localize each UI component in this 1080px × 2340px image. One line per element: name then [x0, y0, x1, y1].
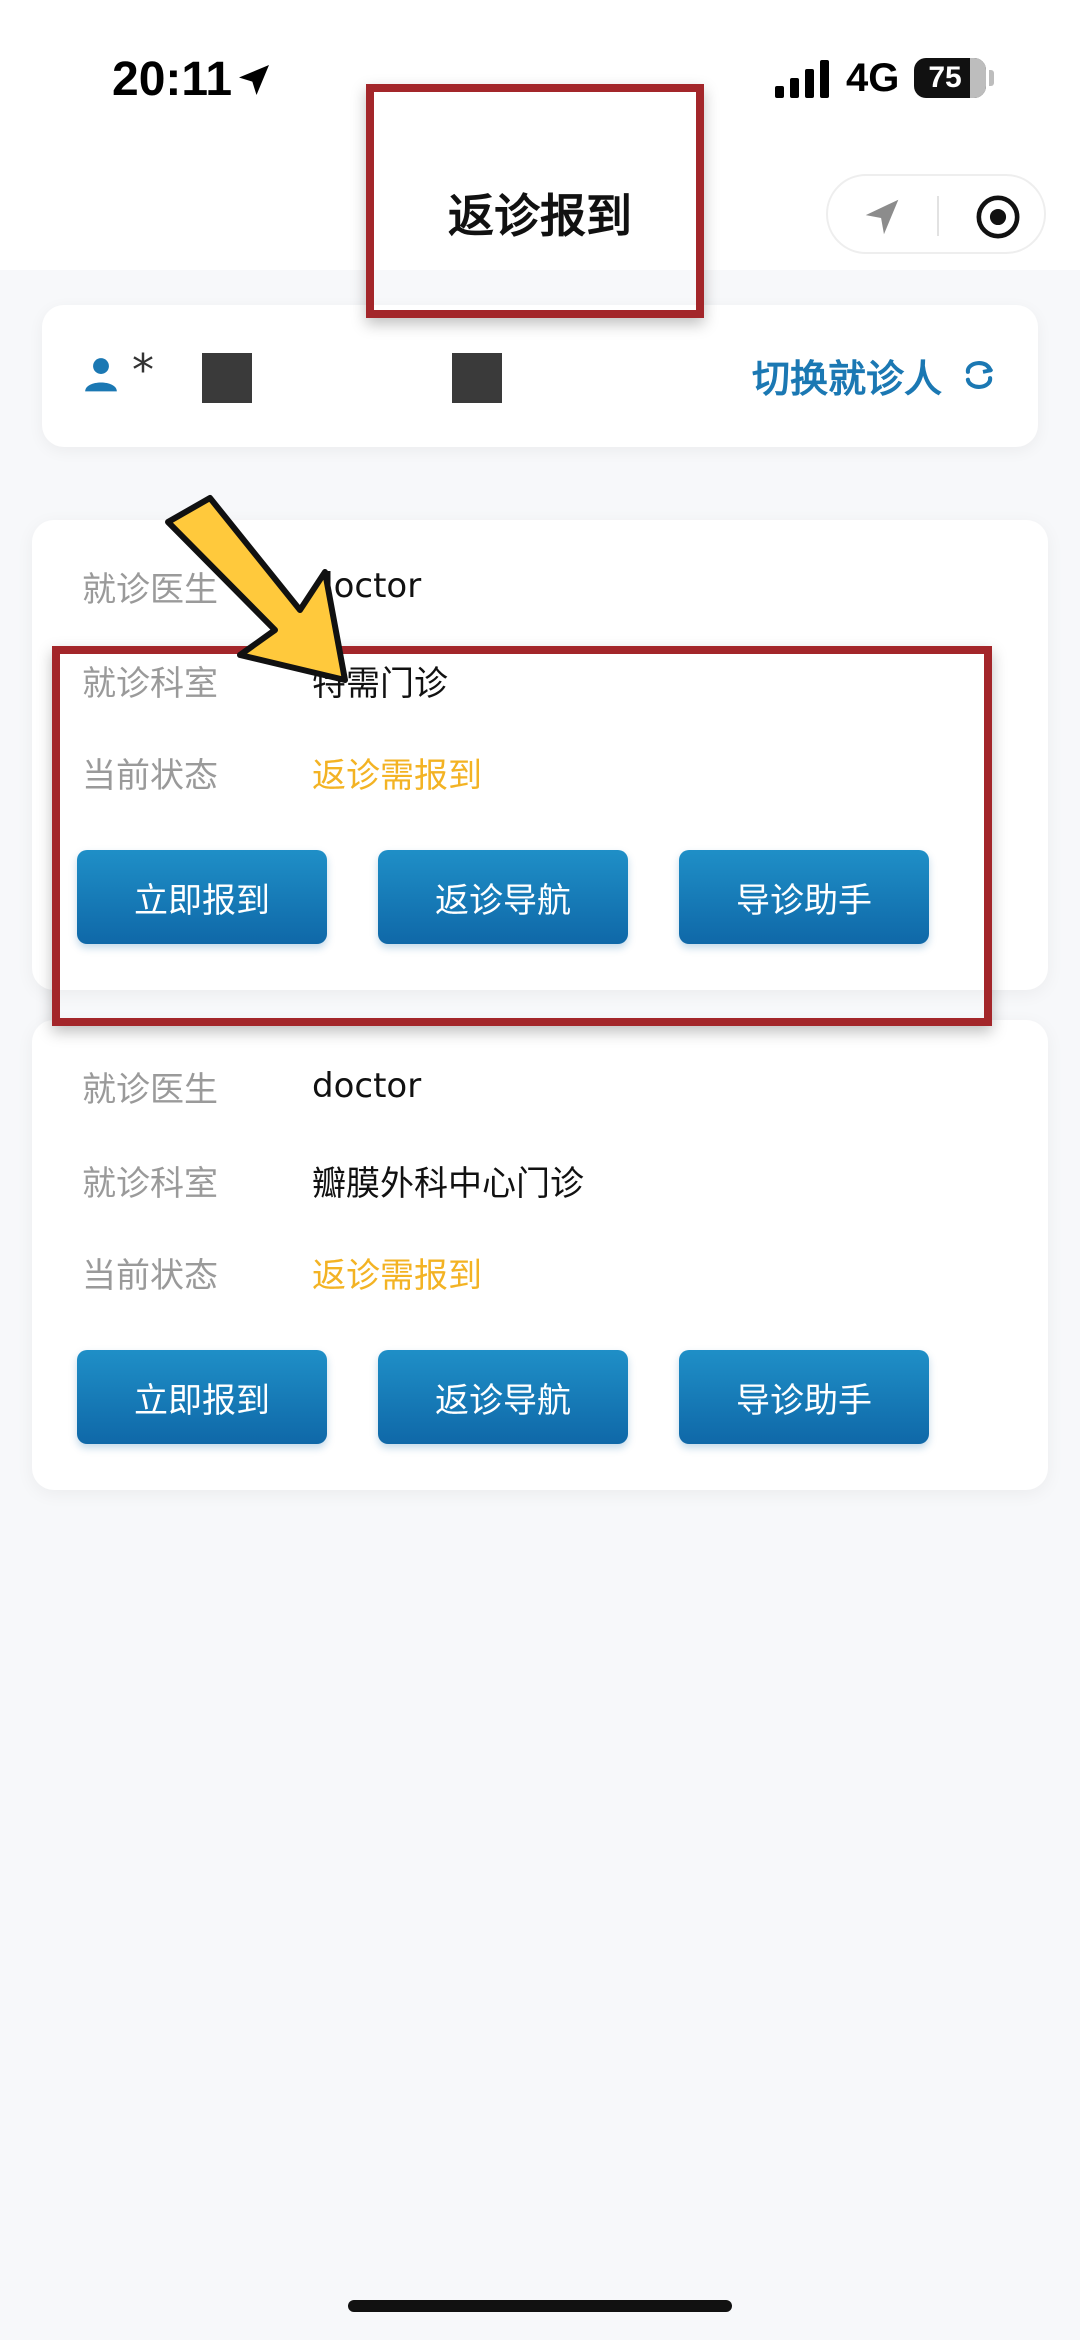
title-highlight-box	[366, 84, 704, 318]
battery-tip	[989, 70, 994, 86]
capsule-divider	[937, 196, 939, 236]
redaction-block	[452, 353, 502, 403]
patient-card: * 切换就诊人	[42, 305, 1038, 447]
app-screen: 20:11 4G 75 返诊报到 * 切换就诊人 就诊医生 doctor 就诊科…	[0, 0, 1080, 2340]
network-type: 4G	[846, 56, 900, 100]
battery-level: 75	[928, 61, 962, 94]
signal-bars-icon	[775, 60, 829, 98]
card-highlight-box	[52, 646, 992, 1026]
visit-card: 就诊医生 doctor 就诊科室 瓣膜外科中心门诊 当前状态 返诊需报到 立即报…	[32, 1020, 1048, 1490]
doctor-row: 就诊医生 doctor	[82, 1056, 421, 1116]
home-indicator[interactable]	[348, 2300, 732, 2312]
status-label: 当前状态	[82, 1255, 218, 1296]
patient-name: *	[132, 345, 154, 396]
doctor-label: 就诊医生	[82, 1069, 218, 1110]
target-circle-icon[interactable]	[975, 194, 1021, 240]
navigation-arrow-icon[interactable]	[860, 194, 906, 240]
mini-program-capsule	[826, 174, 1046, 254]
department-row: 就诊科室 瓣膜外科中心门诊	[82, 1150, 584, 1210]
doctor-value: doctor	[312, 1066, 422, 1106]
pointer-arrow-icon	[165, 495, 348, 683]
location-arrow-icon	[239, 65, 269, 95]
switch-patient-button[interactable]: 切换就诊人	[752, 345, 998, 405]
department-label: 就诊科室	[82, 1163, 218, 1204]
redaction-block	[202, 353, 252, 403]
department-value: 瓣膜外科中心门诊	[312, 1163, 584, 1204]
battery-icon: 75	[914, 58, 986, 98]
return-navigation-button[interactable]: 返诊导航	[378, 1350, 628, 1444]
status-row: 当前状态 返诊需报到	[82, 1242, 482, 1302]
switch-patient-label: 切换就诊人	[751, 356, 942, 401]
checkin-button[interactable]: 立即报到	[77, 1350, 327, 1444]
user-icon	[85, 358, 117, 392]
refresh-icon	[965, 361, 993, 389]
status-value: 返诊需报到	[312, 1255, 482, 1296]
status-time: 20:11	[112, 53, 233, 106]
guide-assistant-button[interactable]: 导诊助手	[679, 1350, 929, 1444]
